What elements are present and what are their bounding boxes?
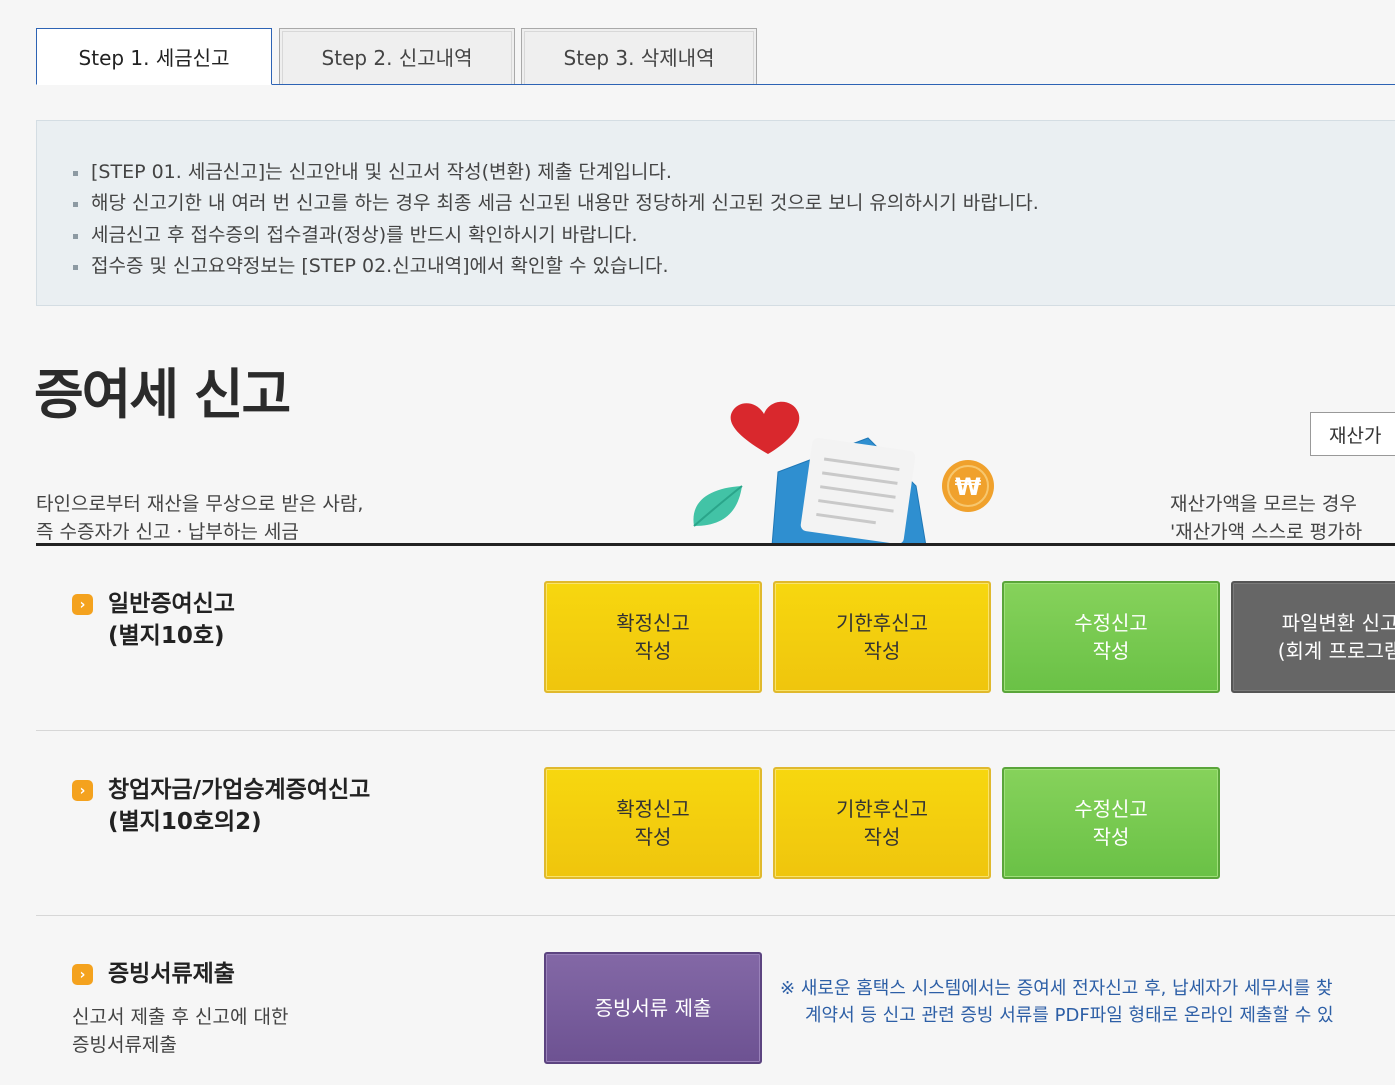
info-item: 해당 신고기한 내 여러 번 신고를 하는 경우 최종 세금 신고된 내용만 정…: [73, 188, 1395, 219]
info-list: [STEP 01. 세금신고]는 신고안내 및 신고서 작성(변환) 제출 단계…: [37, 121, 1395, 282]
info-notice-box: [STEP 01. 세금신고]는 신고안내 및 신고서 작성(변환) 제출 단계…: [36, 120, 1395, 306]
hero-side-line: 재산가액을 모르는 경우: [1170, 493, 1357, 515]
arrow-bullet-icon: ›: [72, 594, 93, 615]
arrow-bullet-icon: ›: [72, 964, 93, 985]
tab-step3-deleted-history[interactable]: Step 3. 삭제내역: [521, 28, 757, 84]
hero-divider: [36, 543, 1395, 546]
tab-label: Step 2. 신고내역: [321, 46, 473, 70]
section-divider: [36, 730, 1395, 731]
note-mark: ※: [780, 978, 796, 999]
won-coin-icon: ₩: [942, 460, 994, 512]
tab-label: Step 1. 세금신고: [78, 46, 230, 70]
leaf-icon: [693, 485, 743, 527]
page-title: 증여세 신고: [34, 363, 291, 426]
hero-description-line: 타인으로부터 재산을 무상으로 받은 사람,: [36, 493, 364, 515]
section-title-line: 일반증여신고: [108, 591, 235, 617]
info-item: 접수증 및 신고요약정보는 [STEP 02.신고내역]에서 확인할 수 있습니…: [73, 251, 1395, 282]
tab-label: Step 3. 삭제내역: [563, 46, 715, 70]
info-item: 세금신고 후 접수증의 접수결과(정상)를 반드시 확인하시기 바랍니다.: [73, 220, 1395, 251]
tab-step2-report-history[interactable]: Step 2. 신고내역: [279, 28, 515, 84]
section-evidence-description: 신고서 제출 후 신고에 대한 증빙서류제출: [72, 1003, 288, 1059]
late-report-write-button[interactable]: 기한후신고 작성: [773, 767, 991, 879]
section-title-line: (별지10호의2): [108, 809, 262, 835]
amended-report-write-button[interactable]: 수정신고 작성: [1002, 581, 1220, 693]
property-evaluation-button[interactable]: 재산가: [1310, 412, 1395, 456]
svg-text:₩: ₩: [955, 473, 982, 501]
submit-evidence-button[interactable]: 증빙서류 제출: [544, 952, 762, 1064]
heart-icon: [730, 401, 800, 454]
final-report-write-button[interactable]: 확정신고 작성: [544, 767, 762, 879]
file-conversion-report-button[interactable]: 파일변환 신고 (회계 프로그램: [1231, 581, 1395, 693]
section-startup-succession-title: 창업자금/가업승계증여신고 (별지10호의2): [108, 774, 370, 838]
envelope-icon: [771, 437, 927, 546]
evidence-note: ※ 새로운 홈택스 시스템에서는 증여세 전자신고 후, 납세자가 세무서를 찾…: [780, 975, 1334, 1029]
final-report-write-button[interactable]: 확정신고 작성: [544, 581, 762, 693]
evidence-note-line: ※ 새로운 홈택스 시스템에서는 증여세 전자신고 후, 납세자가 세무서를 찾: [780, 975, 1334, 1002]
note-text: 새로운 홈택스 시스템에서는 증여세 전자신고 후, 납세자가 세무서를 찾: [800, 978, 1333, 999]
section-divider: [36, 915, 1395, 916]
hero-description: 타인으로부터 재산을 무상으로 받은 사람, 즉 수증자가 신고ㆍ납부하는 세금: [36, 490, 363, 546]
hero-description-line: 즉 수증자가 신고ㆍ납부하는 세금: [36, 521, 299, 543]
section-title-line: 창업자금/가업승계증여신고: [108, 777, 371, 803]
info-item: [STEP 01. 세금신고]는 신고안내 및 신고서 작성(변환) 제출 단계…: [73, 157, 1395, 188]
section-evidence-title: 증빙서류제출: [108, 961, 235, 987]
section-description-line: 신고서 제출 후 신고에 대한: [72, 1006, 289, 1028]
evidence-note-line: 계약서 등 신고 관련 증빙 서류를 PDF파일 형태로 온라인 제출할 수 있: [805, 1005, 1334, 1026]
hero-side-line: '재산가액 스스로 평가하: [1170, 521, 1363, 543]
arrow-bullet-icon: ›: [72, 780, 93, 801]
hero-side-description: 재산가액을 모르는 경우 '재산가액 스스로 평가하: [1170, 490, 1362, 546]
section-title-line: (별지10호): [108, 623, 225, 649]
section-description-line: 증빙서류제출: [72, 1034, 177, 1056]
tab-step1-tax-report[interactable]: Step 1. 세금신고: [36, 28, 272, 85]
amended-report-write-button[interactable]: 수정신고 작성: [1002, 767, 1220, 879]
section-general-gift-title: 일반증여신고 (별지10호): [108, 588, 235, 652]
gift-tax-illustration: ₩: [693, 401, 994, 546]
late-report-write-button[interactable]: 기한후신고 작성: [773, 581, 991, 693]
